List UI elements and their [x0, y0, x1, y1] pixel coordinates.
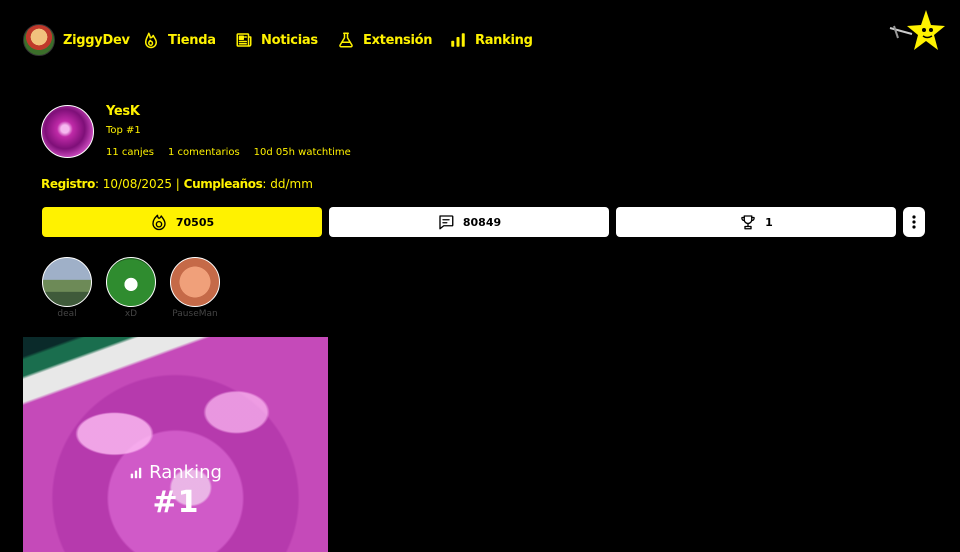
emote-label: xD	[124, 309, 138, 319]
nav-profile-link[interactable]: ZiggyDev	[23, 24, 130, 56]
cumple-value: : dd/mm	[262, 177, 313, 191]
trophy-button[interactable]: 1	[616, 207, 896, 237]
message-icon	[439, 215, 454, 230]
registro-label: Registro	[41, 177, 95, 191]
messages-button[interactable]: 80849	[329, 207, 609, 237]
stat-canjes: 11 canjes	[106, 147, 155, 158]
profile-avatar	[41, 105, 94, 158]
flask-icon	[339, 32, 353, 48]
bar-chart-icon	[130, 467, 142, 478]
emote-image	[170, 257, 220, 307]
points-icon	[152, 214, 166, 231]
messages-value: 80849	[462, 215, 502, 229]
card-rank-number: #1	[152, 485, 199, 520]
nav-user-name: ZiggyDev	[63, 32, 130, 48]
card-ranking-title: Ranking	[23, 462, 328, 483]
stat-comentarios: 1 comentarios	[168, 147, 240, 158]
trophy-value: 1	[765, 215, 773, 229]
nav-item-extension[interactable]: Extensión	[337, 28, 433, 52]
fire-icon	[145, 32, 157, 49]
emote-label: PauseMan	[172, 309, 218, 319]
nav-item-label: Extensión	[363, 32, 433, 48]
vertical-dots-icon	[912, 215, 916, 229]
emote-image	[106, 257, 156, 307]
emote-deal[interactable]: deal	[41, 257, 93, 319]
registro-value: : 10/08/2025 |	[94, 177, 180, 191]
profile-stats: 11 canjes 1 comentarios 10d 05h watchtim…	[106, 147, 351, 158]
profile-rank: Top #1	[106, 125, 141, 136]
emote-label: deal	[57, 309, 77, 319]
user-avatar	[23, 24, 55, 56]
profile-name: YesK	[106, 104, 140, 119]
nav-item-label: Tienda	[168, 32, 216, 48]
top-navbar: ZiggyDev Tienda Noticias Extensión Ranki…	[0, 0, 960, 80]
points-value: 70505	[175, 215, 215, 229]
nav-item-tienda[interactable]: Tienda	[142, 28, 216, 52]
emote-image	[42, 257, 92, 307]
profile-dates: Registro: 10/08/2025 | Cumpleaños: dd/mm	[41, 177, 313, 191]
points-button[interactable]: 70505	[42, 207, 322, 237]
newspaper-icon	[236, 33, 252, 47]
bar-chart-icon	[451, 33, 465, 47]
cumple-label: Cumpleaños	[183, 177, 263, 191]
stat-watchtime: 10d 05h watchtime	[253, 147, 351, 158]
nav-item-ranking[interactable]: Ranking	[449, 28, 533, 52]
nav-item-noticias[interactable]: Noticias	[235, 28, 318, 52]
more-options-button[interactable]	[903, 207, 925, 237]
emote-xd[interactable]: xD	[105, 257, 157, 319]
nav-item-label: Ranking	[475, 32, 533, 48]
trophy-icon	[741, 215, 755, 230]
emote-pauseman[interactable]: PauseMan	[169, 257, 221, 319]
nav-item-label: Noticias	[261, 32, 318, 48]
card-ranking-label: Ranking	[149, 462, 222, 483]
star-logo-icon[interactable]	[888, 8, 946, 58]
ranking-card[interactable]: Ranking #1	[23, 337, 328, 552]
